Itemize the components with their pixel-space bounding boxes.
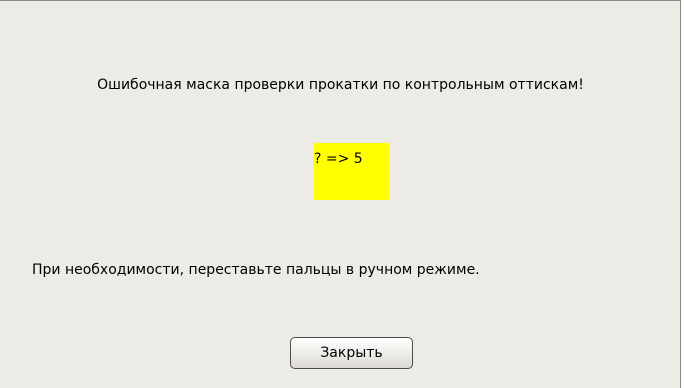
error-dialog: Ошибочная маска проверки прокатки по кон… — [0, 0, 681, 388]
code-value: ? => 5 — [314, 151, 363, 167]
code-highlight: ? => 5 — [314, 143, 389, 200]
hint-message: При необходимости, переставьте пальцы в … — [32, 262, 480, 278]
close-button[interactable]: Закрыть — [290, 337, 413, 369]
error-message: Ошибочная маска проверки прокатки по кон… — [97, 77, 584, 93]
